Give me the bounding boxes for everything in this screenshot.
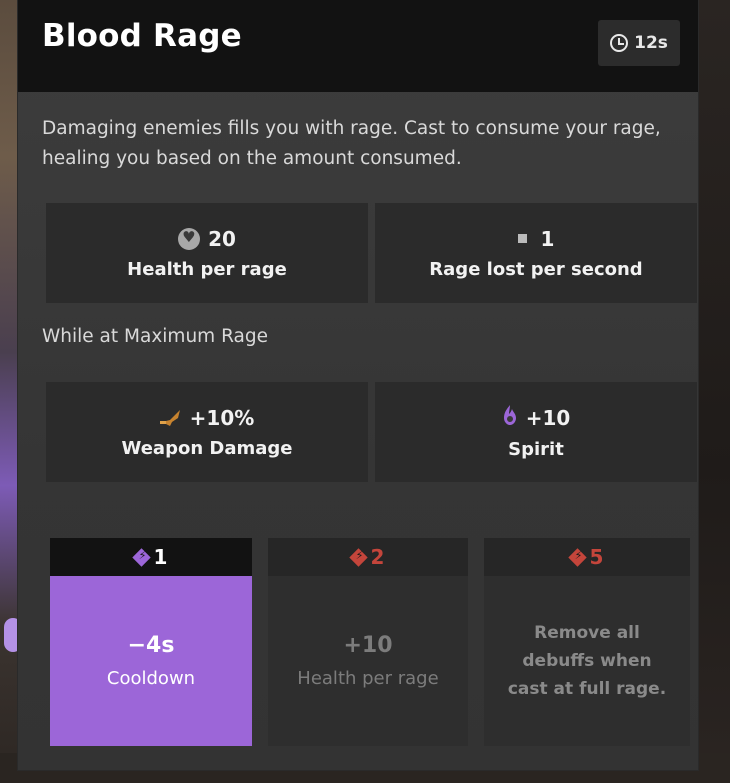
max-rage-label: While at Maximum Rage <box>42 326 268 347</box>
stat-rage-lost: 1 Rage lost per second <box>375 203 697 303</box>
ability-tooltip: Blood Rage 12s Damaging enemies fills yo… <box>18 0 698 770</box>
bonus-label: Spirit <box>508 439 564 460</box>
background-left <box>0 0 18 783</box>
background-right <box>696 0 730 783</box>
tier-cost-header: ⚡ 5 <box>484 538 690 576</box>
heart-icon <box>178 227 201 250</box>
stat-label: Rage lost per second <box>429 258 643 280</box>
tier-value: −4s <box>127 633 175 658</box>
ability-title: Blood Rage <box>42 18 242 54</box>
upgrade-tier-3[interactable]: ⚡ 5 Remove all debuffs when cast at full… <box>484 538 690 746</box>
bonus-spirit: +10 Spirit <box>375 382 697 482</box>
square-icon <box>517 234 527 243</box>
cooldown-value: 12s <box>634 33 668 53</box>
stat-label: Health per rage <box>127 258 287 280</box>
bonus-value: +10% <box>189 405 255 430</box>
bonus-value: +10 <box>525 405 571 430</box>
tooltip-header: Blood Rage 12s <box>18 0 698 92</box>
tier-effect: +10 Health per rage <box>268 576 468 746</box>
upgrade-tier-1[interactable]: ⚡ 1 −4s Cooldown <box>50 538 252 746</box>
tier-cost: 5 <box>589 545 604 569</box>
ability-point-icon: ⚡ <box>348 547 368 567</box>
tier-cost-header: ⚡ 2 <box>268 538 468 576</box>
cooldown-badge: 12s <box>598 20 680 66</box>
bonus-label: Weapon Damage <box>121 437 293 459</box>
tier-label: Remove all debuffs when cast at full rag… <box>507 623 667 699</box>
upgrade-tier-2[interactable]: ⚡ 2 +10 Health per rage <box>268 538 468 746</box>
stat-health-per-rage: 20 Health per rage <box>46 203 368 303</box>
stat-value: 1 <box>540 226 555 251</box>
tier-effect: Remove all debuffs when cast at full rag… <box>484 576 690 746</box>
tier-effect: −4s Cooldown <box>50 576 252 746</box>
tier-label: Health per rage <box>297 668 439 689</box>
tier-value: +10 <box>343 633 393 658</box>
tier-label: Cooldown <box>106 668 196 689</box>
tier-cost-header: ⚡ 1 <box>50 538 252 576</box>
ability-point-icon: ⚡ <box>131 547 151 567</box>
stat-value: 20 <box>208 226 236 251</box>
ability-description: Damaging enemies fills you with rage. Ca… <box>42 118 661 169</box>
bonus-weapon-damage: +10% Weapon Damage <box>46 382 368 482</box>
tier-cost: 1 <box>153 545 168 569</box>
weapon-damage-icon <box>159 408 182 428</box>
spirit-flame-icon <box>502 404 518 431</box>
ability-point-icon: ⚡ <box>567 547 587 567</box>
clock-icon <box>610 34 629 52</box>
tier-cost: 2 <box>370 545 385 569</box>
